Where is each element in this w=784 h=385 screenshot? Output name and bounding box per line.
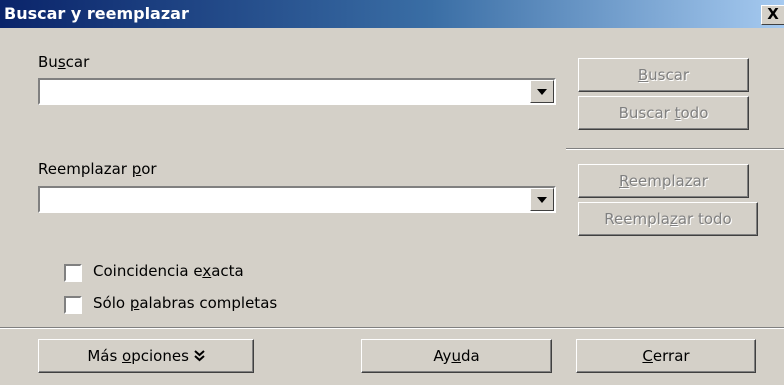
replace-dropdown-button[interactable]	[530, 188, 554, 211]
separator	[566, 148, 784, 150]
search-label: Buscar	[38, 53, 90, 71]
close-window-button[interactable]: X	[761, 5, 784, 25]
chevron-down-icon	[537, 197, 547, 203]
bottom-separator	[0, 327, 784, 329]
replace-input[interactable]	[42, 190, 502, 209]
close-button[interactable]: Cerrar	[576, 339, 756, 373]
match-case-checkbox[interactable]	[64, 264, 82, 282]
search-combobox[interactable]	[38, 78, 556, 105]
replace-all-button[interactable]: Reemplazar todo	[578, 202, 758, 236]
search-dropdown-button[interactable]	[530, 80, 554, 103]
find-button[interactable]: Buscar	[578, 58, 749, 92]
window-title: Buscar y reemplazar	[4, 4, 189, 23]
match-case-label[interactable]: Coincidencia exacta	[93, 262, 244, 280]
replace-button[interactable]: Reemplazar	[578, 164, 749, 198]
whole-words-label[interactable]: Sólo palabras completas	[93, 294, 277, 312]
more-options-button[interactable]: Más opciones	[38, 339, 254, 373]
whole-words-checkbox[interactable]	[64, 296, 82, 314]
find-all-button[interactable]: Buscar todo	[578, 96, 749, 130]
replace-label: Reemplazar por	[38, 160, 157, 178]
replace-combobox[interactable]	[38, 186, 556, 213]
title-bar: Buscar y reemplazar X	[0, 0, 784, 28]
double-chevron-down-icon	[194, 350, 205, 362]
chevron-down-icon	[537, 89, 547, 95]
search-input[interactable]	[42, 82, 502, 101]
help-button[interactable]: Ayuda	[361, 339, 552, 373]
